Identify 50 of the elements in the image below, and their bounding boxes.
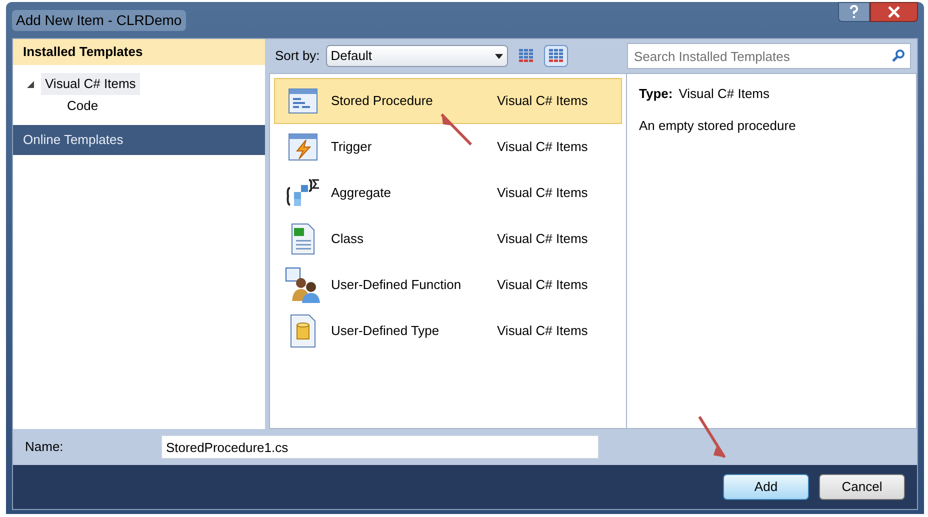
- lightning-icon: [288, 133, 318, 161]
- tree-item[interactable]: Visual C# Items: [41, 73, 140, 95]
- document-icon: [290, 223, 316, 255]
- name-label: Name:: [25, 438, 64, 456]
- annotation-arrow: [698, 416, 726, 458]
- window-list-icon: [288, 88, 318, 114]
- template-name: User-Defined Type: [331, 322, 440, 340]
- annotation-arrow: [440, 113, 472, 146]
- cancel-button[interactable]: Cancel: [819, 474, 905, 500]
- help-icon: [849, 5, 859, 19]
- list-view-button[interactable]: [544, 45, 568, 67]
- grid-icon: [518, 49, 533, 63]
- template-category: Visual C# Items: [497, 276, 588, 294]
- template-category: Visual C# Items: [497, 230, 588, 248]
- template-row[interactable]: Class Visual C# Items: [274, 216, 622, 262]
- sort-label: Sort by:: [275, 47, 320, 66]
- help-button[interactable]: [838, 2, 870, 22]
- tree-item[interactable]: Code: [63, 96, 102, 116]
- type-label: Type:: [639, 85, 673, 103]
- template-name: Trigger: [331, 138, 373, 156]
- sidebar-header: Installed Templates: [13, 39, 265, 65]
- template-name: Stored Procedure: [331, 92, 434, 110]
- sigma-blocks-icon: [286, 178, 320, 208]
- template-category: Visual C# Items: [497, 184, 588, 202]
- template-row[interactable]: User-Defined Function Visual C# Items: [274, 262, 622, 308]
- grid-icon: [548, 49, 563, 63]
- search-icon: [892, 49, 905, 62]
- add-button[interactable]: Add: [723, 474, 809, 500]
- template-name: Class: [331, 230, 365, 248]
- online-templates-item[interactable]: Online Templates: [13, 125, 265, 155]
- template-row[interactable]: User-Defined Type Visual C# Items: [274, 308, 622, 354]
- description-text: An empty stored procedure: [639, 116, 797, 135]
- function-figures-icon: [285, 267, 321, 303]
- search-field[interactable]: Search Installed Templates: [627, 43, 911, 69]
- window-title: Add New Item - CLRDemo: [12, 10, 186, 30]
- template-row[interactable]: Trigger Visual C# Items: [274, 124, 622, 170]
- template-category: Visual C# Items: [497, 92, 588, 110]
- template-name: Aggregate: [331, 184, 392, 202]
- template-category: Visual C# Items: [497, 322, 588, 340]
- type-value: Visual C# Items: [678, 85, 770, 103]
- template-row[interactable]: Stored Procedure Visual C# Items: [274, 78, 622, 124]
- template-name: User-Defined Function: [331, 276, 462, 294]
- sort-dropdown[interactable]: Default: [326, 45, 508, 67]
- close-icon: [887, 6, 901, 18]
- name-field[interactable]: StoredProcedure1.cs: [161, 435, 599, 459]
- template-category: Visual C# Items: [497, 138, 588, 156]
- template-row[interactable]: Aggregate Visual C# Items: [274, 170, 622, 216]
- close-button[interactable]: [870, 2, 918, 22]
- database-document-icon: [289, 314, 317, 348]
- dropdown-arrow-icon: [494, 54, 503, 58]
